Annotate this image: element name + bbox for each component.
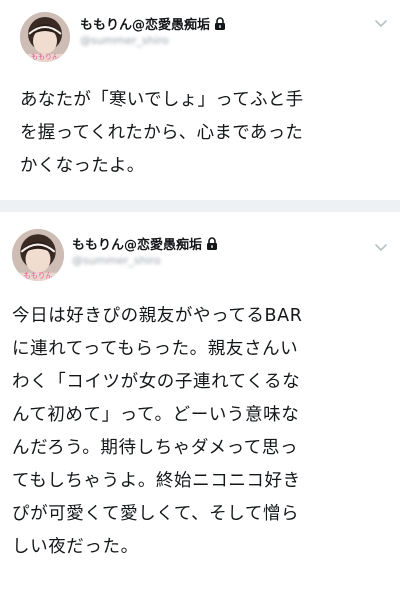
tweet-card[interactable]: ももりん ももりん@恋愛愚痴垢 @summer_shiro あなたが「寒いでしょ… — [0, 0, 400, 200]
avatar-caption: ももりん — [23, 271, 52, 280]
tweet-divider — [0, 200, 400, 212]
user-handle[interactable]: @summer_shiro — [80, 34, 169, 47]
tweet-line: しい夜だった。 — [12, 537, 139, 557]
tweet-line: を握ってくれたから、心まであった — [20, 123, 304, 143]
lock-icon — [206, 236, 218, 250]
user-handle[interactable]: @summer_shiro — [72, 254, 161, 267]
tweet-line: かくなったよ。 — [20, 156, 145, 176]
author-row[interactable]: ももりん@恋愛愚痴垢 — [80, 14, 226, 33]
author-row[interactable]: ももりん@恋愛愚痴垢 — [72, 234, 218, 253]
avatar-photo: ももりん — [12, 229, 64, 281]
chevron-down-icon[interactable] — [374, 238, 388, 252]
tweet-line: んて初めて」って。どーいう意味な — [12, 405, 300, 425]
avatar-caption: ももりん — [31, 53, 59, 61]
tweet-line: わく「コイツが女の子連れてくるな — [12, 372, 301, 392]
tweet-line: てもしちゃうよ。終始ニコニコ好き — [12, 471, 301, 491]
chevron-down-icon[interactable] — [374, 14, 388, 28]
tweet-text: あなたが「寒いでしょ」ってふと手 を握ってくれたから、心まであった かくなったよ… — [20, 84, 388, 183]
avatar[interactable]: ももりん — [20, 12, 70, 62]
tweet-line: 今日は好きぴの親友がやってるBAR — [12, 306, 303, 326]
display-name[interactable]: ももりん@恋愛愚痴垢 — [72, 234, 202, 253]
tweet-line: んだろう。期待しちゃダメって思っ — [12, 438, 299, 458]
tweet-line: に連れてってもらった。親友さんい — [12, 339, 299, 359]
display-name[interactable]: ももりん@恋愛愚痴垢 — [80, 14, 210, 33]
avatar[interactable]: ももりん — [12, 229, 64, 281]
tweet-text: 今日は好きぴの親友がやってるBAR に連れてってもらった。親友さんい わく「コイ… — [12, 300, 390, 564]
tweet-line: ぴが可愛くて愛しくて、そして憎ら — [12, 504, 300, 524]
tweet-card[interactable]: ももりん ももりん@恋愛愚痴垢 @summer_shiro 今日は好きぴの親友が… — [0, 212, 400, 600]
tweet-line: あなたが「寒いでしょ」ってふと手 — [20, 90, 304, 110]
avatar-photo: ももりん — [20, 12, 70, 62]
lock-icon — [214, 16, 226, 30]
